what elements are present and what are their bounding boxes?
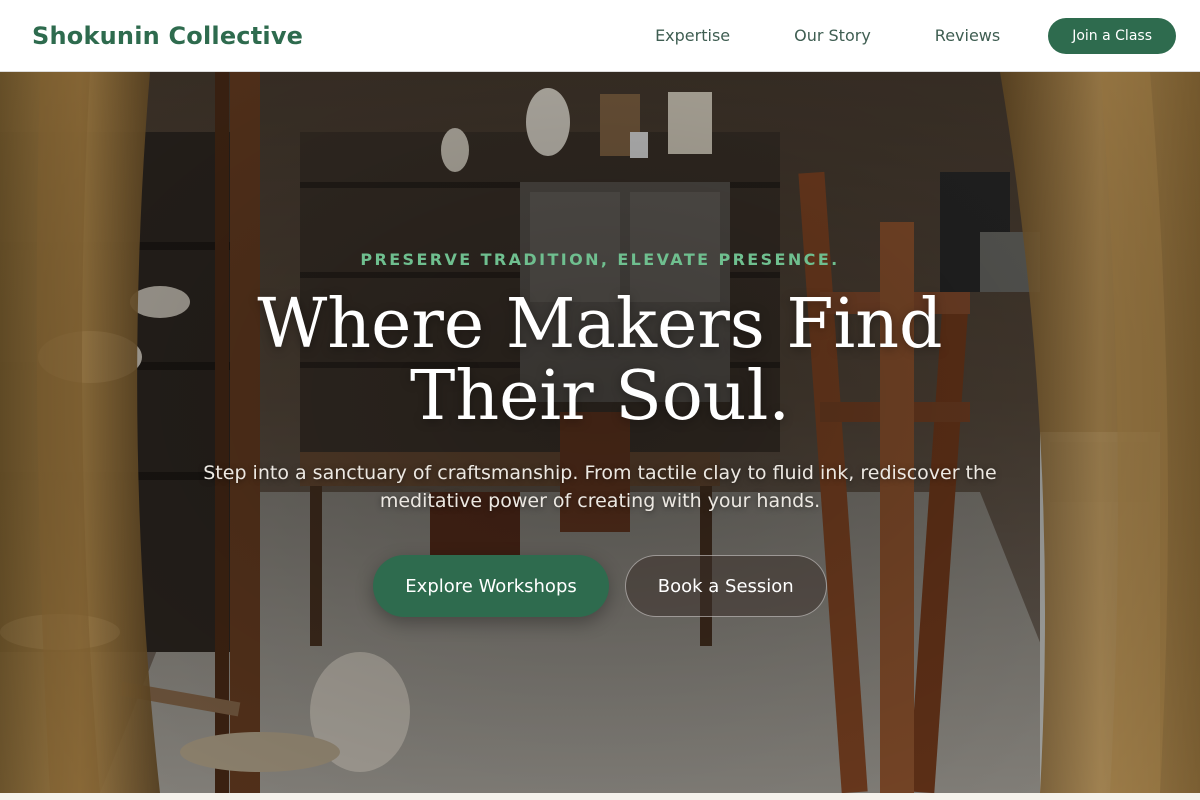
brand-logo[interactable]: Shokunin Collective xyxy=(32,22,303,50)
nav-link-our-story[interactable]: Our Story xyxy=(794,26,871,45)
nav-link-expertise[interactable]: Expertise xyxy=(655,26,730,45)
nav-link-reviews[interactable]: Reviews xyxy=(935,26,1000,45)
join-class-button[interactable]: Join a Class xyxy=(1048,17,1176,54)
explore-workshops-button[interactable]: Explore Workshops xyxy=(373,555,609,617)
hero-eyebrow: PRESERVE TRADITION, ELEVATE PRESENCE. xyxy=(360,250,840,269)
hero-actions: Explore Workshops Book a Session xyxy=(150,555,1050,617)
site-header: Shokunin Collective Expertise Our Story … xyxy=(0,0,1200,72)
hero-subtext: Step into a sanctuary of craftsmanship. … xyxy=(203,462,997,512)
hero-headline: Where Makers Find Their Soul. xyxy=(257,285,943,436)
hero-section: PRESERVE TRADITION, ELEVATE PRESENCE. Wh… xyxy=(0,72,1200,793)
main-nav: Expertise Our Story Reviews Join a Class xyxy=(655,17,1176,54)
book-session-button[interactable]: Book a Session xyxy=(624,555,827,617)
page-bottom-edge xyxy=(0,793,1200,800)
hero-content: PRESERVE TRADITION, ELEVATE PRESENCE. Wh… xyxy=(150,250,1050,617)
